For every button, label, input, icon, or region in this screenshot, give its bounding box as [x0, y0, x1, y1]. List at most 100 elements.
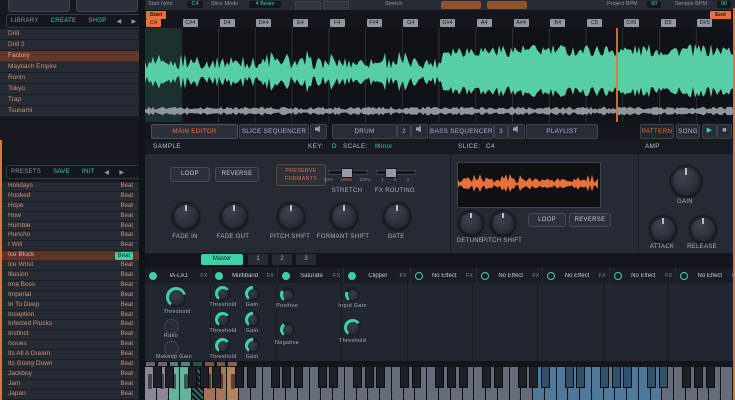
- piano-key-black[interactable]: [459, 367, 468, 388]
- ruler-note-chip[interactable]: C#5: [624, 19, 639, 27]
- piano-key-black[interactable]: [576, 367, 585, 388]
- piano-key-black[interactable]: [200, 367, 209, 388]
- ruler-note-chip[interactable]: C#4: [183, 19, 198, 27]
- piano-key-black[interactable]: [365, 367, 374, 388]
- fx-enable-dot[interactable]: [547, 272, 555, 280]
- tab-playlist[interactable]: PLAYLIST: [526, 124, 598, 139]
- piano-key-black[interactable]: [153, 367, 162, 388]
- bass-seq-speaker-icon[interactable]: [508, 124, 525, 139]
- ruler-note-chip[interactable]: F#4: [367, 19, 382, 27]
- preset-item[interactable]: Ice WristBeat: [0, 261, 139, 271]
- presets-prev-icon[interactable]: ◀: [104, 169, 109, 176]
- detune-knob[interactable]: [458, 210, 484, 236]
- ruler-note-chip[interactable]: E4: [293, 19, 308, 27]
- fade-out-knob[interactable]: [220, 202, 248, 230]
- tab-main-editor[interactable]: MAIN EDITOR: [151, 124, 238, 139]
- ruler-note-chip[interactable]: A#4: [514, 19, 529, 27]
- piano-key-black[interactable]: [188, 367, 197, 388]
- ruler-note-chip[interactable]: B4: [550, 19, 565, 27]
- fx-slot[interactable]: ClipperFX: [344, 267, 410, 284]
- la1-threshold-knob[interactable]: [166, 287, 186, 307]
- piano-key-black[interactable]: [282, 367, 291, 388]
- library-item[interactable]: Tsunami: [0, 106, 139, 117]
- sidebar-top-tab-2[interactable]: [76, 0, 138, 12]
- piano-key-black[interactable]: [247, 367, 256, 388]
- play-button[interactable]: ▶: [702, 124, 717, 139]
- piano-key-black[interactable]: [612, 367, 621, 388]
- preset-item[interactable]: InceptionBeat: [0, 311, 139, 321]
- library-item[interactable]: Factory: [0, 51, 139, 62]
- preset-item[interactable]: JapanBeat: [0, 390, 139, 400]
- la1-ratio-knob[interactable]: [164, 319, 179, 334]
- fx-enable-dot[interactable]: [680, 272, 688, 280]
- ruler-note-chip[interactable]: A4: [477, 19, 492, 27]
- start-marker[interactable]: Start: [146, 11, 166, 19]
- piano-key-black[interactable]: [706, 367, 715, 388]
- piano-key-black[interactable]: [235, 367, 244, 388]
- fx-enable-dot[interactable]: [415, 272, 423, 280]
- piano-key-black[interactable]: [353, 367, 362, 388]
- piano-key-black[interactable]: [294, 367, 303, 388]
- presets-next-icon[interactable]: ▶: [119, 169, 124, 176]
- tab-drum-sequencer[interactable]: DRUM SEQUENCER: [332, 124, 397, 139]
- piano-key[interactable]: [721, 367, 732, 400]
- library-prev-icon[interactable]: ◀: [117, 18, 122, 25]
- sample-bpm-value[interactable]: 90: [717, 1, 731, 8]
- clipper-input-gain-knob[interactable]: [345, 287, 360, 302]
- preset-item[interactable]: HopeBeat: [0, 202, 139, 212]
- piano-key-black[interactable]: [165, 367, 174, 388]
- fx-slot[interactable]: No EffectFX: [477, 267, 543, 284]
- piano-key-black[interactable]: [318, 367, 327, 388]
- fx-routing-slider[interactable]: [376, 170, 416, 175]
- piano-key-black[interactable]: [694, 367, 703, 388]
- pattern-button[interactable]: PATTERN: [640, 124, 674, 139]
- saturate-negative-knob[interactable]: [280, 322, 295, 337]
- ruler-note-chip[interactable]: C4: [146, 19, 161, 27]
- presets-init-button[interactable]: INIT: [82, 169, 95, 175]
- preset-item[interactable]: Ima BossBeat: [0, 281, 139, 291]
- scale-value[interactable]: Minor: [375, 140, 393, 154]
- slice-loop-button[interactable]: LOOP: [528, 213, 566, 227]
- library-item[interactable]: Ronin: [0, 73, 139, 84]
- reverse-button[interactable]: REVERSE: [215, 167, 259, 182]
- fx-slot[interactable]: MultibandFX: [211, 267, 277, 284]
- piano-key-black[interactable]: [682, 367, 691, 388]
- tab-slice-sequencer[interactable]: SLICE SEQUENCER: [239, 124, 309, 139]
- mb-threshold-3-knob[interactable]: [215, 338, 230, 353]
- sidebar-top-tab-1[interactable]: [8, 0, 70, 12]
- piano-key-black[interactable]: [400, 367, 409, 388]
- preset-item[interactable]: HookedBeat: [0, 192, 139, 202]
- mb-gain-2-knob[interactable]: [245, 312, 260, 327]
- piano-key-black[interactable]: [412, 367, 421, 388]
- piano-key-black[interactable]: [541, 367, 550, 388]
- slice-reverse-button[interactable]: REVERSE: [569, 213, 611, 227]
- library-item[interactable]: Drill 2: [0, 40, 139, 51]
- mb-gain-3-knob[interactable]: [245, 338, 260, 353]
- start-note-value[interactable]: C4: [187, 1, 203, 8]
- preset-item[interactable]: I WillBeat: [0, 241, 139, 251]
- preset-item[interactable]: JackboyBeat: [0, 370, 139, 380]
- ruler-note-chip[interactable]: D#5: [697, 19, 712, 27]
- slice-mode-value[interactable]: 4 Beats: [249, 1, 281, 8]
- ruler-note-chip[interactable]: D5: [661, 19, 676, 27]
- gate-knob[interactable]: [383, 202, 411, 230]
- piano-key-black[interactable]: [623, 367, 632, 388]
- fx-enable-dot[interactable]: [282, 272, 290, 280]
- formant-shift-knob[interactable]: [330, 202, 358, 230]
- fx-slot[interactable]: No EffectFX: [676, 267, 735, 284]
- fx-slot[interactable]: SaturateFX: [278, 267, 344, 284]
- clipper-threshold-knob[interactable]: [344, 319, 361, 336]
- preset-item[interactable]: HumbleBeat: [0, 222, 139, 232]
- preset-item[interactable]: IllusionBeat: [0, 271, 139, 281]
- ruler-note-chip[interactable]: G4: [403, 19, 418, 27]
- attack-knob[interactable]: [649, 215, 677, 243]
- slice-pitch-shift-knob[interactable]: [490, 210, 516, 236]
- piano-key-black[interactable]: [600, 367, 609, 388]
- fx-slot[interactable]: No EffectFX: [543, 267, 609, 284]
- preset-item[interactable]: In To DeepBeat: [0, 301, 139, 311]
- fx-slot[interactable]: IA-LA1FX: [145, 267, 211, 284]
- piano-key-black[interactable]: [494, 367, 503, 388]
- preset-item[interactable]: ImperialBeat: [0, 291, 139, 301]
- piano-key-black[interactable]: [659, 367, 668, 388]
- ruler-note-chip[interactable]: D#4: [256, 19, 271, 27]
